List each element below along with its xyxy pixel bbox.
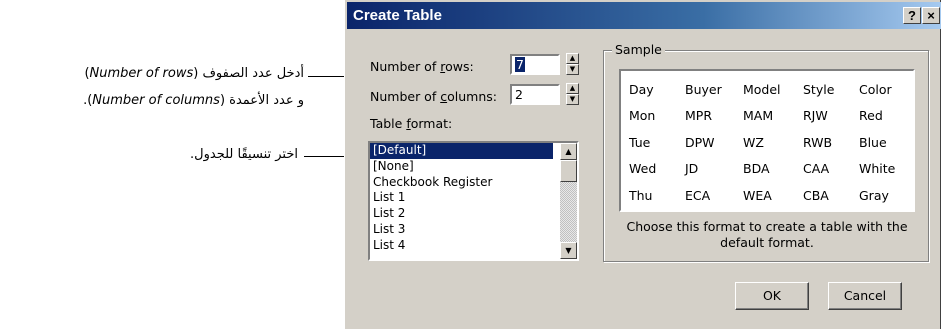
format-list-item[interactable]: List 4 [370, 238, 553, 254]
ok-button[interactable]: OK [735, 282, 809, 310]
sample-cell: JD [685, 161, 699, 177]
columns-label: Number of columns: [370, 89, 497, 104]
callout-rows-columns-line1: أدخل عدد الصفوف (Number of rows) [84, 66, 304, 81]
rows-input[interactable]: 7 [510, 54, 560, 75]
label-text: ormat: [410, 116, 453, 131]
sample-cell: ECA [685, 187, 711, 203]
format-items: [Default] [None] Checkbook Register List 1L… [370, 143, 553, 254]
rows-spinner[interactable]: ▲ ▼ [566, 53, 579, 75]
columns-input[interactable]: 2 [510, 84, 560, 105]
sample-cell: MPR [685, 108, 713, 124]
sample-cell: Day [629, 81, 654, 97]
sample-legend: Sample [612, 42, 665, 57]
callout-text: أدخل عدد الصفوف ( [193, 66, 304, 81]
dialog-title: Create Table [353, 7, 442, 24]
sample-cell: Buyer [685, 81, 722, 97]
sample-cell: Model [743, 81, 781, 97]
sample-row: Thu ECA WEA CBA Gray [629, 182, 895, 209]
sample-row: Wed JD BDA CAA White [629, 156, 895, 183]
sample-row: Mon MPR MAM RJW Red [629, 103, 895, 130]
sample-cell: Tue [629, 134, 651, 150]
label-text: Table [370, 116, 407, 131]
spin-up-icon[interactable]: ▲ [566, 83, 579, 94]
sample-cell: RJW [803, 108, 828, 124]
format-list-item[interactable]: Checkbook Register [370, 175, 553, 191]
close-button[interactable]: × [922, 7, 940, 24]
sample-cell: CAA [803, 161, 830, 177]
cancel-button[interactable]: Cancel [828, 282, 902, 310]
sample-cell: Style [803, 81, 835, 97]
sample-cell: WZ [743, 134, 764, 150]
format-list-item[interactable]: [Default] [370, 143, 553, 159]
label-text: ows: [445, 59, 474, 74]
sample-cell: Blue [859, 134, 887, 150]
columns-spinner[interactable]: ▲ ▼ [566, 83, 579, 105]
sample-cell: DPW [685, 134, 715, 150]
sample-cell: RWB [803, 134, 833, 150]
format-list-item[interactable]: List 1 [370, 190, 553, 206]
callout-english: Number of rows [89, 66, 194, 81]
sample-cell: BDA [743, 161, 770, 177]
format-list-item[interactable]: [None] [370, 159, 553, 175]
sample-cell: Thu [629, 187, 653, 203]
table-format-list[interactable]: [Default] [None] Checkbook Register List 1L… [368, 141, 579, 261]
list-scrollbar[interactable]: ▲ ▼ [560, 143, 577, 259]
callout-format: اختر تنسيقًا للجدول. [190, 147, 298, 162]
format-list-item[interactable]: List 3 [370, 222, 553, 238]
sample-cell: MAM [743, 108, 774, 124]
sample-row: Day Buyer Model Style Color [629, 76, 895, 103]
spin-up-icon[interactable]: ▲ [566, 53, 579, 64]
sample-cell: Red [859, 108, 883, 124]
format-list-item[interactable]: List 2 [370, 206, 553, 222]
title-bar[interactable]: Create Table ? × [347, 2, 941, 29]
create-table-dialog: Create Table ? × Number of rows: 7 ▲ ▼ N… [344, 0, 941, 329]
sample-cell: Color [859, 81, 892, 97]
sample-description: Choose this format to create a table wit… [626, 219, 908, 250]
callout-rows-columns-line2: و عدد الأعمدة (Number of columns). [83, 93, 304, 108]
rows-value: 7 [515, 57, 525, 72]
sample-row: Tue DPW WZ RWB Blue [629, 129, 895, 156]
sample-cell: Gray [859, 187, 889, 203]
label-text: olumns: [447, 89, 497, 104]
label-text: Number of [370, 59, 441, 74]
callout-text: و عدد الأعمدة ( [219, 93, 304, 108]
help-button[interactable]: ? [903, 7, 921, 24]
scroll-down-icon[interactable]: ▼ [560, 242, 577, 259]
rows-label: Number of rows: [370, 59, 474, 74]
table-format-label: Table format: [370, 116, 452, 131]
label-text: Number of [370, 89, 441, 104]
spin-down-icon[interactable]: ▼ [566, 94, 579, 105]
scroll-thumb[interactable] [560, 160, 577, 182]
sample-cell: WEA [743, 187, 772, 203]
spin-down-icon[interactable]: ▼ [566, 64, 579, 75]
sample-cell: Wed [629, 161, 657, 177]
callout-text: اختر تنسيقًا للجدول. [190, 147, 298, 162]
sample-group: Sample Day Buyer Model Style Color Mon MPR MAM R… [603, 42, 929, 262]
sample-cell: Mon [629, 108, 656, 124]
sample-preview: Day Buyer Model Style Color Mon MPR MAM RJW Red Tu… [619, 69, 915, 212]
callout-english: Number of columns [92, 93, 220, 108]
sample-cell: CBA [803, 187, 829, 203]
callout-text: ). [83, 93, 93, 108]
sample-cell: White [859, 161, 896, 177]
columns-value: 2 [515, 87, 523, 102]
scroll-up-icon[interactable]: ▲ [560, 143, 577, 160]
sample-table: Day Buyer Model Style Color Mon MPR MAM RJW Red Tu… [629, 76, 895, 209]
